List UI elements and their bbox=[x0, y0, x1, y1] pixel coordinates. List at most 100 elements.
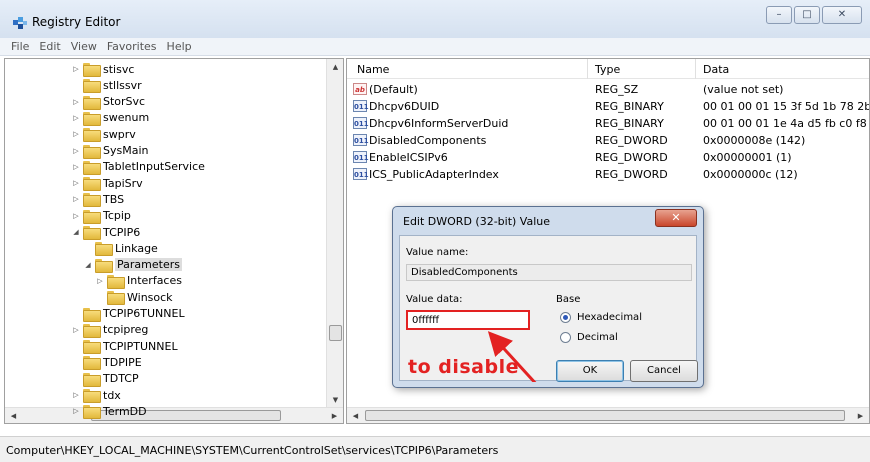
expander-icon[interactable]: ▷ bbox=[71, 130, 81, 138]
expander-icon[interactable]: ▷ bbox=[71, 114, 81, 122]
menu-file[interactable]: File bbox=[6, 38, 34, 55]
tree-node[interactable]: ◢ TCPIP6 bbox=[71, 224, 140, 240]
expander-icon[interactable]: ▷ bbox=[71, 163, 81, 171]
tree-node-label: TBS bbox=[103, 192, 125, 206]
expander-icon[interactable]: ▷ bbox=[71, 147, 81, 155]
value-type: REG_BINARY bbox=[595, 100, 664, 113]
expander-icon[interactable]: ◢ bbox=[71, 228, 81, 236]
list-row[interactable]: 011 EnableICSIPv6 REG_DWORD 0x00000001 (1) bbox=[347, 149, 869, 166]
tree-node[interactable]: ▷ swprv bbox=[71, 126, 136, 143]
edit-dword-dialog: Edit DWORD (32-bit) Value ✕ Value name: … bbox=[392, 206, 704, 388]
expander-icon[interactable]: ▷ bbox=[71, 179, 81, 187]
tree-node[interactable]: TDTCP bbox=[71, 371, 139, 387]
folder-icon bbox=[83, 226, 101, 240]
folder-icon bbox=[83, 356, 101, 371]
tree-node[interactable]: ▷ swenum bbox=[71, 110, 149, 126]
scroll-left-arrow-icon[interactable]: ◀ bbox=[5, 408, 22, 423]
value-name: Dhcpv6DUID bbox=[369, 100, 440, 113]
expander-icon[interactable]: ▷ bbox=[95, 277, 105, 285]
tree-node[interactable]: ▷ TapiSrv bbox=[71, 175, 143, 192]
folder-icon bbox=[95, 258, 113, 273]
scroll-right-arrow-icon[interactable]: ▶ bbox=[852, 408, 869, 423]
tree-node[interactable]: ▷ Tcpip bbox=[71, 208, 131, 224]
value-type: REG_SZ bbox=[595, 83, 639, 96]
tree-node-label: TDTCP bbox=[103, 372, 139, 386]
tree-node[interactable]: ▷ tdx bbox=[71, 387, 121, 403]
maximize-button[interactable]: □ bbox=[794, 6, 820, 24]
folder-icon bbox=[83, 160, 101, 175]
close-button[interactable]: ✕ bbox=[822, 6, 862, 24]
tree-scroll-thumb[interactable] bbox=[329, 325, 342, 341]
dialog-close-button[interactable]: ✕ bbox=[655, 209, 697, 227]
value-name: EnableICSIPv6 bbox=[369, 151, 448, 164]
scroll-right-arrow-icon[interactable]: ▶ bbox=[326, 408, 343, 423]
tree-node-label: TapiSrv bbox=[103, 176, 143, 190]
column-header-name[interactable]: Name bbox=[357, 63, 389, 76]
menu-favorites[interactable]: Favorites bbox=[102, 38, 162, 55]
tree-node[interactable]: ▷ Interfaces bbox=[95, 273, 182, 289]
folder-icon bbox=[83, 405, 101, 420]
expander-icon[interactable]: ▷ bbox=[71, 407, 81, 415]
tree-vertical-scrollbar[interactable]: ▲ ▼ bbox=[326, 59, 343, 408]
list-row[interactable]: 011 ICS_PublicAdapterIndex REG_DWORD 0x0000… bbox=[347, 166, 869, 183]
tree-node[interactable]: ▷ tcpipreg bbox=[71, 322, 148, 338]
list-hscroll-thumb[interactable] bbox=[365, 410, 845, 421]
binary-value-icon: 011 bbox=[353, 134, 369, 146]
tree-node-label: TCPIP6 bbox=[103, 225, 141, 239]
folder-icon bbox=[83, 209, 101, 224]
tree-node[interactable]: Winsock bbox=[95, 289, 173, 306]
tree-node[interactable]: ▷ TermDD bbox=[71, 403, 147, 420]
expander-icon[interactable]: ▷ bbox=[71, 326, 81, 334]
tree-node-label: Tcpip bbox=[103, 209, 131, 223]
tree-node-label: TDPIPE bbox=[103, 355, 142, 369]
expander-icon[interactable]: ◢ bbox=[83, 261, 93, 269]
tree-node[interactable]: TCPIP6TUNNEL bbox=[71, 306, 185, 322]
tree-node[interactable]: ▷ StorSvc bbox=[71, 94, 145, 110]
folder-icon bbox=[83, 307, 101, 322]
string-value-icon: ab bbox=[353, 83, 367, 95]
minimize-button[interactable]: – bbox=[766, 6, 792, 24]
menu-edit[interactable]: Edit bbox=[34, 38, 65, 55]
tree-node[interactable]: stllssvr bbox=[71, 77, 142, 94]
folder-icon bbox=[83, 111, 101, 126]
menu-help[interactable]: Help bbox=[162, 38, 197, 55]
menu-view[interactable]: View bbox=[66, 38, 102, 55]
value-name: DisabledComponents bbox=[369, 134, 487, 147]
tree-horizontal-scrollbar[interactable]: ◀ ▶ bbox=[5, 407, 343, 423]
expander-icon[interactable]: ▷ bbox=[71, 212, 81, 220]
list-row[interactable]: 011 Dhcpv6DUID REG_BINARY 00 01 00 01 15 3f… bbox=[347, 98, 869, 115]
binary-value-icon: 011 bbox=[353, 117, 369, 129]
expander-icon[interactable]: ▷ bbox=[71, 98, 81, 106]
list-row[interactable]: 011 DisabledComponents REG_DWORD 0x0000008e… bbox=[347, 132, 869, 149]
expander-icon[interactable]: ▷ bbox=[71, 65, 81, 73]
expander-icon[interactable]: ▷ bbox=[71, 391, 81, 399]
tree-node[interactable]: ▷ SysMain bbox=[71, 143, 148, 159]
tree-node[interactable]: TCPIPTUNNEL bbox=[71, 338, 178, 355]
value-name: (Default) bbox=[369, 83, 418, 96]
tree-node-label: SysMain bbox=[103, 144, 149, 157]
tree-node[interactable]: ▷ TabletInputService bbox=[71, 159, 205, 175]
list-horizontal-scrollbar[interactable]: ◀ ▶ bbox=[347, 407, 869, 423]
folder-icon bbox=[83, 79, 101, 94]
dialog-title: Edit DWORD (32-bit) Value bbox=[403, 215, 551, 228]
column-header-type[interactable]: Type bbox=[595, 63, 620, 76]
folder-icon bbox=[83, 389, 101, 403]
scroll-left-arrow-icon[interactable]: ◀ bbox=[347, 408, 364, 423]
scroll-up-arrow-icon[interactable]: ▲ bbox=[327, 59, 343, 75]
value-data: 0x00000001 (1) bbox=[703, 151, 792, 164]
column-header-data[interactable]: Data bbox=[703, 63, 729, 76]
tree-node[interactable]: TDPIPE bbox=[71, 354, 142, 371]
tree-node[interactable]: Linkage bbox=[83, 240, 158, 257]
tree-node-label: Interfaces bbox=[127, 274, 182, 288]
list-row[interactable]: 011 Dhcpv6InformServerDuid REG_BINARY 00 01… bbox=[347, 115, 869, 132]
tree-node[interactable]: ◢ Parameters bbox=[83, 257, 182, 273]
registry-tree[interactable]: ▲ ▼ ◀ ▶ ▷ stisvc stllssvr ▷ StorSvc ▷ swenum ▷ s… bbox=[4, 58, 344, 424]
dialog-body: Value name: DisabledComponents Value dat… bbox=[399, 235, 698, 382]
list-row[interactable]: ab (Default) REG_SZ (value not set) bbox=[347, 81, 869, 98]
scroll-down-arrow-icon[interactable]: ▼ bbox=[327, 392, 343, 408]
registry-editor-icon bbox=[13, 17, 27, 29]
expander-icon[interactable]: ▷ bbox=[71, 195, 81, 203]
tree-node[interactable]: ▷ stisvc bbox=[71, 61, 134, 77]
tree-node[interactable]: ▷ TBS bbox=[71, 191, 125, 208]
value-data: 0x0000000c (12) bbox=[703, 168, 798, 181]
